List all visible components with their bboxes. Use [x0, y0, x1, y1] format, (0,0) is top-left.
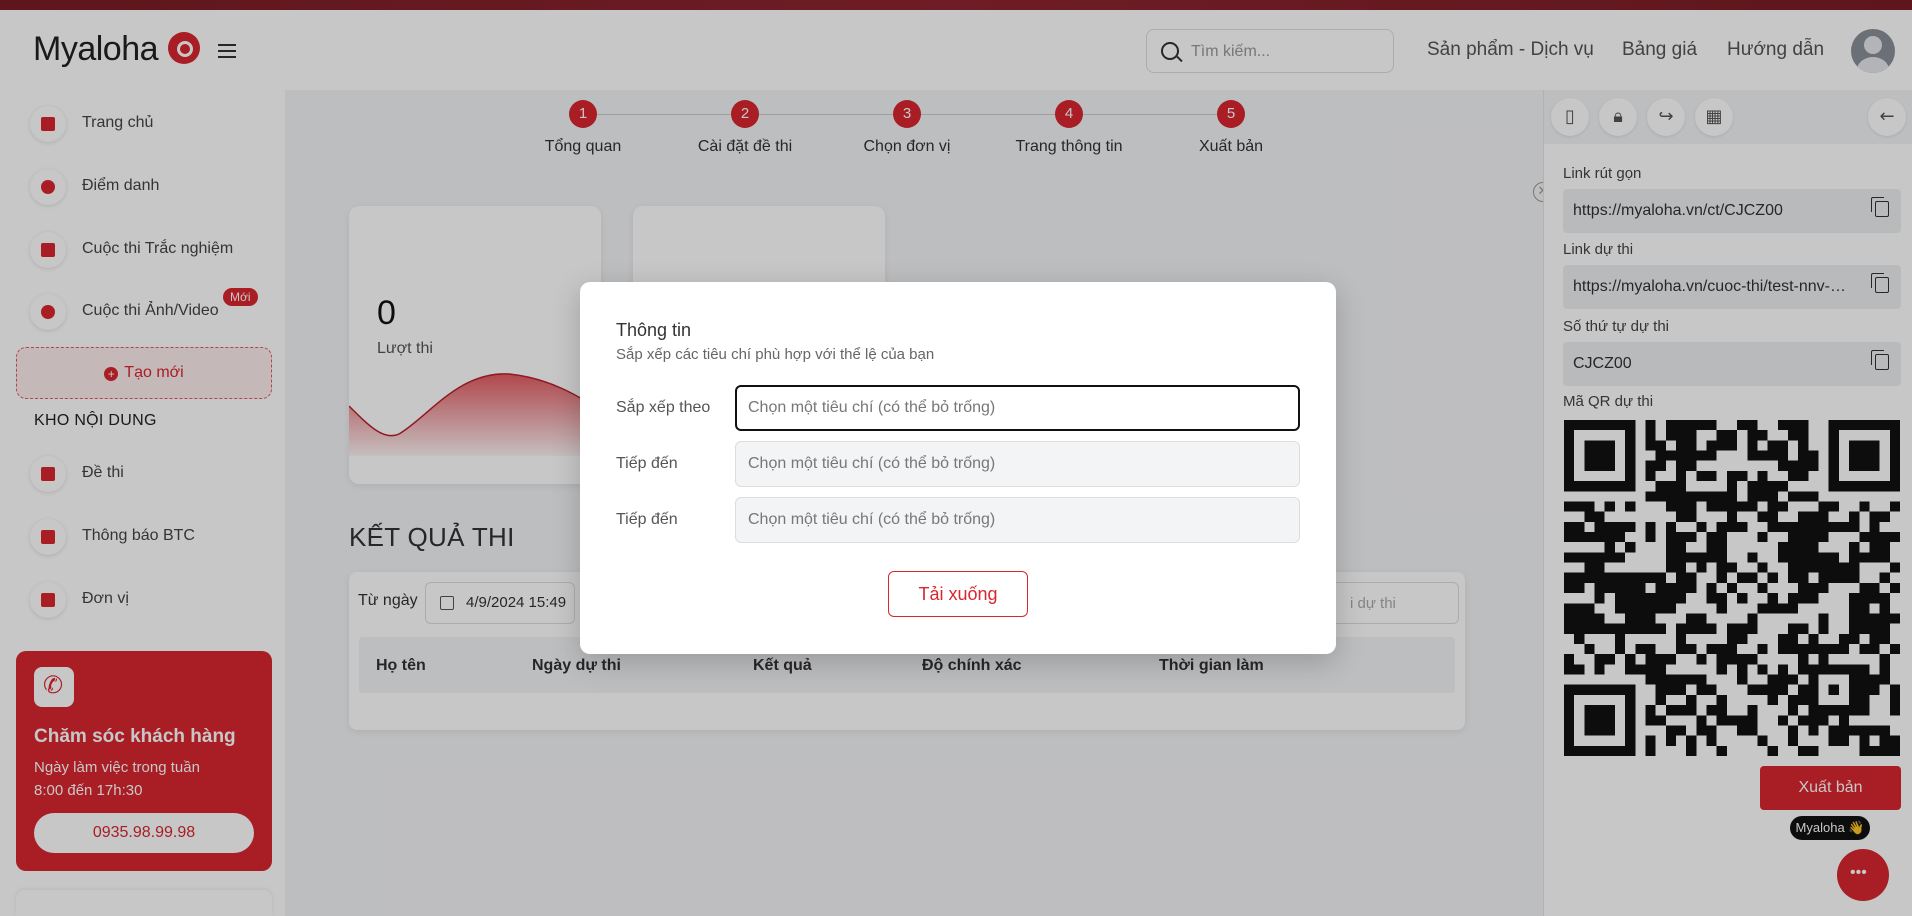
- then-by-select-2[interactable]: Chọn một tiêu chí (có thể bỏ trống): [735, 497, 1300, 543]
- then-by-label: Tiếp đến: [616, 455, 678, 472]
- sort-by-select[interactable]: Chọn một tiêu chí (có thể bỏ trống): [735, 385, 1300, 431]
- then-by-select-1[interactable]: Chọn một tiêu chí (có thể bỏ trống): [735, 441, 1300, 487]
- sort-by-label: Sắp xếp theo: [616, 399, 711, 416]
- modal-title: Thông tin: [616, 320, 692, 340]
- download-button[interactable]: Tải xuống: [888, 571, 1028, 617]
- then-by-label: Tiếp đến: [616, 511, 678, 528]
- info-modal: Thông tin Sắp xếp các tiêu chí phù hợp v…: [580, 282, 1336, 654]
- modal-subtitle: Sắp xếp các tiêu chí phù hợp với thể lệ …: [616, 346, 935, 363]
